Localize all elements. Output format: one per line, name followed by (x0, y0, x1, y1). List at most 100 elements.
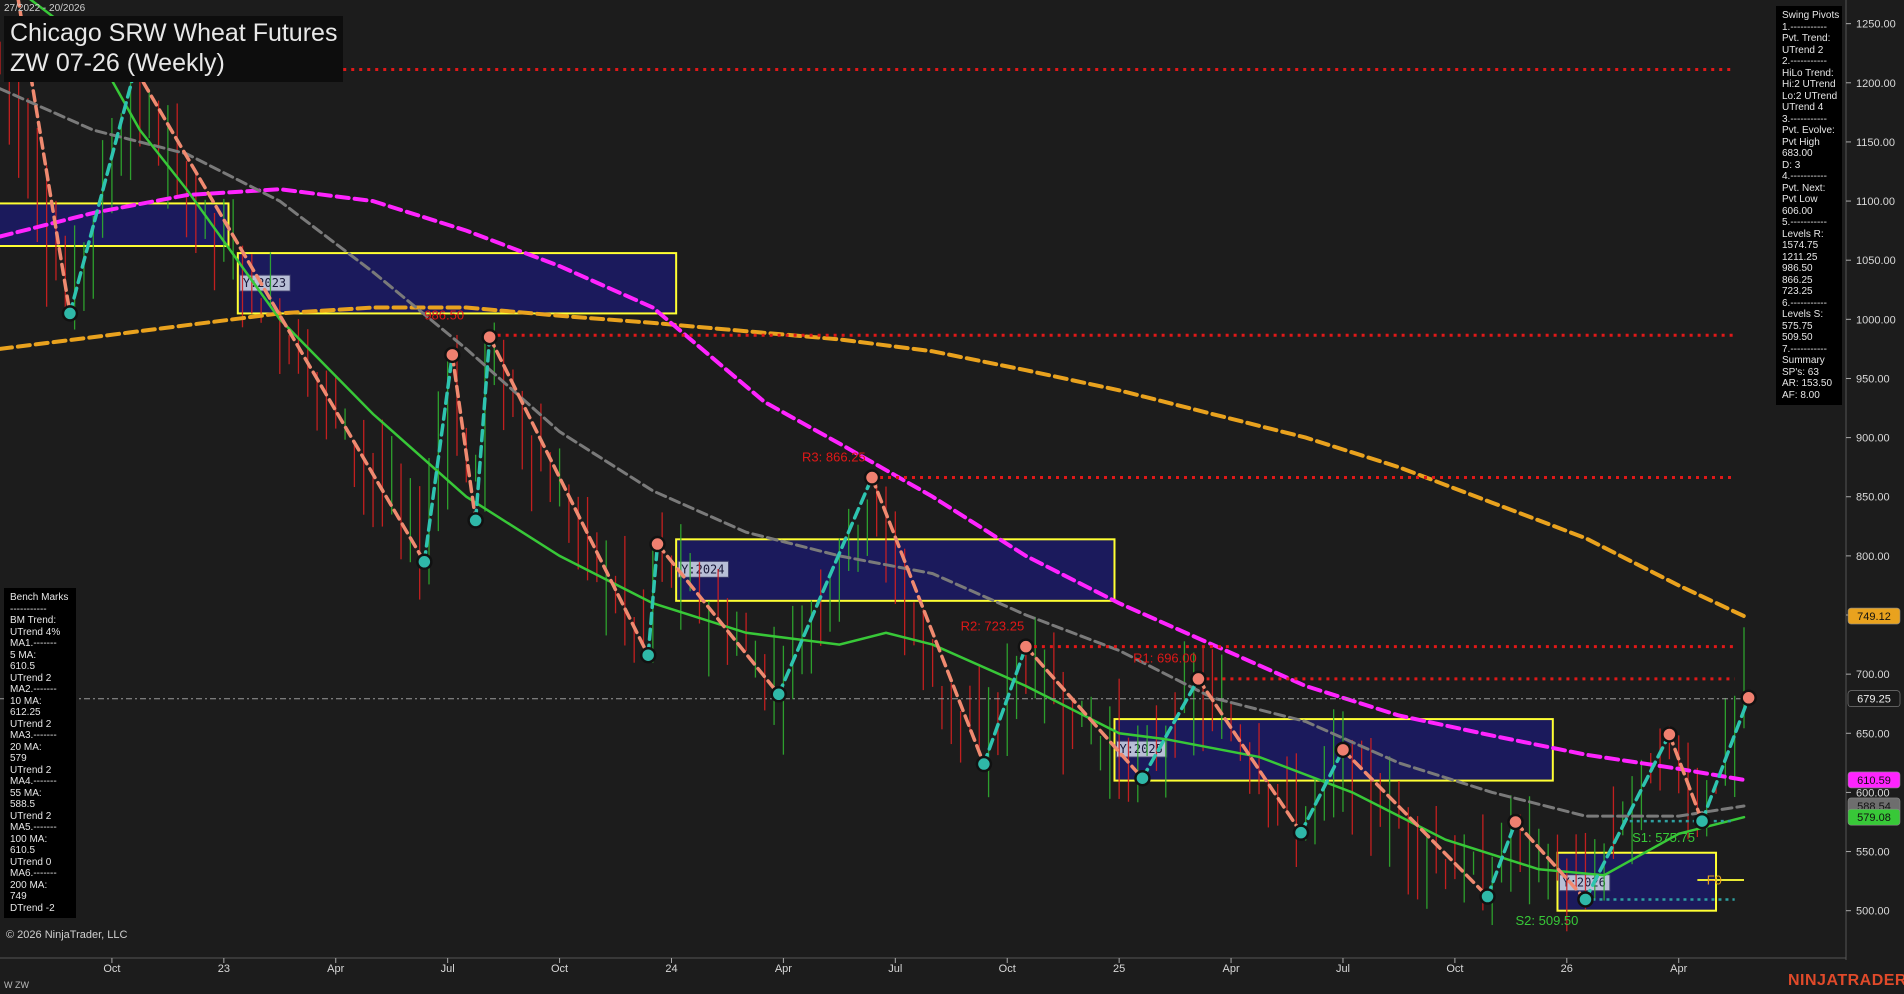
bench-panel-line: BM Trend: (10, 615, 57, 626)
level-label: S1: 575.75 (1632, 830, 1695, 845)
bench-panel-line: 20 MA: (10, 741, 42, 753)
swing-low-marker (1577, 891, 1594, 908)
swing-line (982, 644, 1028, 766)
bench-panel-line: 55 MA: (10, 787, 42, 799)
swing-panel-line: Pvt. Next: (1782, 182, 1826, 194)
moving-average-line (0, 87, 1746, 818)
level-label: R1: 696.00 (1133, 650, 1197, 665)
bench-panel-line: DTrend -2 (10, 902, 55, 914)
swing-pivots-panel: Swing Pivots 1.----------- Pvt. Trend: UTre… (1776, 6, 1842, 405)
swing-high-marker (481, 328, 498, 346)
bench-panel-line: UTrend 2 (10, 810, 52, 822)
price-tick-label: 950.00 (1856, 373, 1890, 385)
price-tick-label: 1150.00 (1856, 137, 1895, 149)
price-tick-label: 900.00 (1856, 433, 1890, 445)
price-tick-label: 650.00 (1856, 728, 1890, 740)
symbol-label: W ZW (4, 980, 29, 990)
swing-panel-line: Pvt Low (1782, 194, 1818, 205)
swing-panel-line: AR: 153.50 (1782, 378, 1833, 389)
price-tag-label: 679.25 (1857, 694, 1891, 706)
price-tick-label: 1250.00 (1856, 19, 1896, 31)
bench-panel-line: UTrend 4% (10, 626, 61, 638)
swing-panel-line: 683.00 (1782, 148, 1813, 159)
time-tick-label: 26 (1561, 963, 1573, 975)
time-tick-label: Oct (999, 963, 1016, 975)
price-tag-label: 749.12 (1857, 611, 1891, 623)
time-tick-label: Oct (551, 963, 568, 975)
time-tick-label: 23 (218, 963, 230, 975)
time-tick-label: Apr (327, 963, 344, 975)
price-tag-label: 579.08 (1857, 812, 1891, 824)
year-box (236, 252, 678, 315)
bench-panel-line: 100 MA: (10, 833, 48, 845)
bench-panel-line: 10 MA: (10, 695, 42, 707)
swing-high-marker (1507, 813, 1524, 831)
price-tick-label: 500.00 (1856, 906, 1890, 918)
date-range: 27/2022 - 20/2026 (4, 3, 86, 14)
swing-panel-line: Swing Pivots (1782, 10, 1840, 21)
swing-line (68, 66, 137, 316)
price-tick-label: 550.00 (1856, 847, 1890, 859)
price-tick-label: 1200.00 (1856, 78, 1896, 90)
swing-panel-line: Lo:2 UTrend (1782, 90, 1838, 102)
swing-high-marker (1017, 638, 1035, 655)
time-tick-label: 24 (665, 963, 677, 975)
swing-panel-line: 3.----------- (1782, 113, 1827, 125)
swing-low-marker (1292, 824, 1310, 841)
bench-panel-line: ----------- (10, 603, 47, 615)
swing-panel-line: 1574.75 (1782, 240, 1819, 251)
time-tick-label: Oct (1446, 963, 1463, 975)
price-tick-label: 700.00 (1856, 669, 1890, 681)
swing-low-marker (467, 512, 484, 529)
swing-low-marker (416, 553, 433, 571)
swing-low-marker (975, 755, 993, 773)
swing-panel-line: AF: 8.00 (1782, 389, 1820, 401)
swing-panel-line: SP's: 63 (1782, 366, 1819, 378)
bench-panel-line: 200 MA: (10, 879, 48, 891)
price-tag-label: 610.59 (1857, 775, 1891, 787)
contract-period: ZW 07-26 (Weekly) (10, 49, 225, 77)
bench-panel-line: 588.5 (10, 799, 36, 810)
price-axis: 1250.00 1200.00 1150.00 1100.00 1050.00 1000.… (1845, 0, 1901, 960)
price-tick-label: 1050.00 (1856, 255, 1896, 267)
ninjatrader-logo: NINJATRADER (1788, 972, 1904, 989)
copyright: © 2026 NinjaTrader, LLC (6, 929, 128, 941)
swing-high-marker (1740, 689, 1757, 707)
chart-window: { "header": { "date_range": "27/2022 - 2… (0, 0, 1904, 994)
level-label: 986.50 (424, 307, 464, 322)
time-tick-label: Jul (888, 963, 902, 975)
bench-panel-line: MA1.------- (10, 638, 57, 649)
bench-panel-line: UTrend 0 (10, 856, 52, 868)
price-tick-label: 600.00 (1856, 787, 1890, 799)
swing-panel-line: Levels S: (1782, 309, 1824, 320)
swing-panel-line: 2.----------- (1782, 56, 1827, 67)
swing-panel-line: Pvt. Trend: (1782, 33, 1831, 44)
swing-panel-line: Pvt High (1782, 136, 1820, 148)
swing-low-marker (1134, 769, 1151, 787)
bench-marks-panel: Bench Marks ----------- BM Trend: UTrend 4%… (4, 588, 76, 918)
time-tick-label: Oct (103, 963, 120, 975)
swing-panel-line: HiLo Trend: (1782, 67, 1834, 79)
bench-panel-line: UTrend 2 (10, 718, 52, 730)
swing-low-marker (61, 305, 79, 322)
swing-high-marker (1334, 741, 1352, 759)
price-chart: Y:2023Y:2024Y:2025Y:2026 R3: 866.25R2: 7… (0, 0, 1901, 975)
time-tick-label: Jul (441, 963, 455, 975)
swing-panel-line: UTrend 2 (1782, 44, 1824, 56)
swing-panel-line: Hi:2 UTrend (1782, 79, 1836, 90)
time-axis: Oct 23 Apr Jul Oct 24 Apr Jul Oct 25 Apr Jul Oct 26 Ap… (0, 957, 1846, 975)
swing-low-marker (1693, 812, 1711, 830)
swing-panel-line: 4.----------- (1782, 171, 1827, 182)
bench-panel-line: 612.25 (10, 707, 41, 718)
swing-panel-line: 866.25 (1782, 274, 1813, 286)
swing-panel-line: UTrend 4 (1782, 102, 1824, 113)
chart-title: Chicago SRW Wheat Futures ZW 07-26 (Week… (4, 16, 344, 82)
swing-panel-line: 1211.25 (1782, 251, 1818, 263)
bench-panel-line: 579 (10, 753, 27, 764)
price-bars (0, 41, 1745, 932)
swing-panel-line: 509.50 (1782, 332, 1813, 343)
swing-low-marker (639, 646, 657, 664)
price-tick-label: 1000.00 (1856, 314, 1896, 326)
bench-panel-line: 610.5 (10, 661, 36, 672)
bench-panel-line: UTrend 2 (10, 672, 52, 684)
